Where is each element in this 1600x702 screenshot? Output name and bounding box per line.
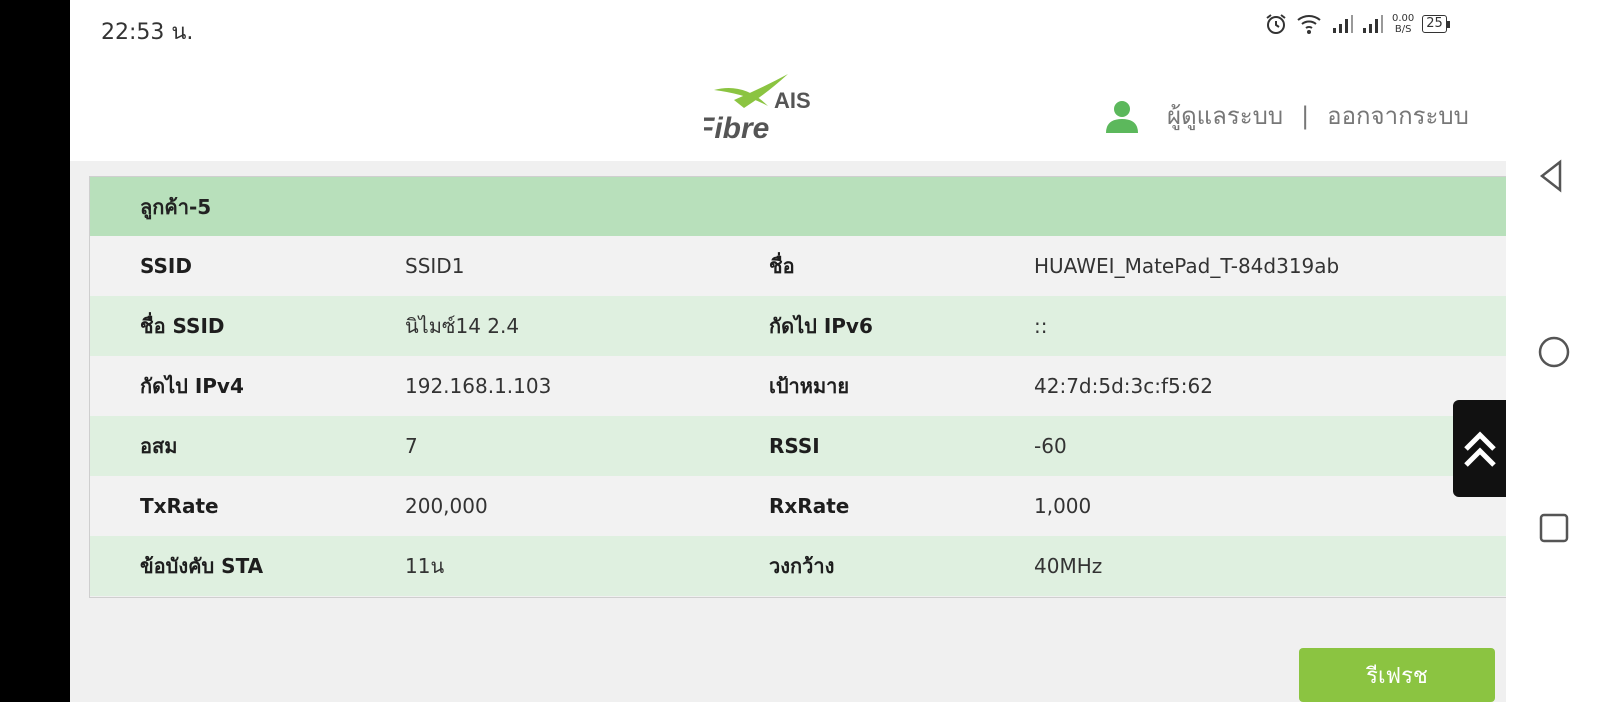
row-value: SSID1	[405, 254, 465, 278]
table-row: ข้อบังคับ STA 11น วงกว้าง 40MHz	[90, 536, 1506, 596]
user-role[interactable]: ผู้ดูแลระบบ	[1167, 96, 1283, 135]
row-value: -60	[1034, 434, 1067, 458]
svg-text:AIS: AIS	[774, 88, 811, 113]
status-time: 22:53 น.	[101, 20, 194, 45]
refresh-button[interactable]: รีเฟรช	[1299, 648, 1495, 702]
row-value: 192.168.1.103	[405, 374, 552, 398]
android-nav-bar	[1506, 0, 1600, 702]
table-row: TxRate 200,000 RxRate 1,000	[90, 476, 1506, 536]
client-title: ลูกค้า-5	[90, 177, 1506, 236]
row-value: 11น	[405, 554, 445, 578]
screen-bezel	[0, 0, 70, 702]
double-chevron-up-icon	[1464, 430, 1496, 467]
row-label: TxRate	[140, 494, 219, 518]
network-speed: 0.00 B/S	[1392, 13, 1414, 35]
signal-icon	[1333, 15, 1353, 33]
svg-text:Fibre: Fibre	[704, 112, 769, 145]
row-value: ::	[1034, 314, 1048, 338]
row-value: 1,000	[1034, 494, 1092, 518]
battery-level: 25	[1426, 16, 1443, 31]
row-label: ข้อบังคับ STA	[140, 554, 264, 578]
recents-icon[interactable]	[1536, 510, 1572, 546]
table-row: SSID SSID1 ชื่อ HUAWEI_MatePad_T-84d319a…	[90, 236, 1506, 296]
back-icon[interactable]	[1536, 158, 1572, 194]
net-speed-value: 0.00	[1392, 13, 1415, 24]
row-label: SSID	[140, 254, 192, 278]
row-label: กัดไป IPv4	[140, 374, 244, 398]
row-label: วงกว้าง	[769, 554, 835, 578]
row-label: RSSI	[769, 434, 820, 458]
row-value: 40MHz	[1034, 554, 1103, 578]
row-value: นิไมซ์14 2.4	[405, 314, 520, 338]
row-value: 7	[405, 434, 418, 458]
ais-fibre-logo: AIS Fibre	[704, 74, 811, 145]
row-label: อสม	[140, 434, 178, 458]
row-label: เป้าหมาย	[769, 374, 850, 398]
row-value: 42:7d:5d:3c:f5:62	[1034, 374, 1213, 398]
row-label: ชื่อ SSID	[140, 314, 225, 338]
table-row: ชื่อ SSID นิไมซ์14 2.4 กัดไป IPv6 ::	[90, 296, 1506, 356]
alarm-icon	[1266, 14, 1286, 34]
status-icons: 0.00 B/S 25	[1264, 12, 1450, 36]
client-detail-table: ลูกค้า-5 SSID SSID1 ชื่อ HUAWEI_MatePad_…	[89, 176, 1506, 598]
battery-icon: 25	[1422, 15, 1450, 33]
logout-link[interactable]: ออกจากระบบ	[1327, 96, 1469, 135]
net-speed-unit: B/S	[1394, 24, 1412, 35]
signal-icon-2	[1363, 15, 1383, 33]
user-area: ผู้ดูแลระบบ | ออกจากระบบ	[1105, 96, 1469, 135]
row-label: ชื่อ	[769, 254, 795, 278]
row-value: HUAWEI_MatePad_T-84d319ab	[1034, 254, 1340, 278]
wifi-icon	[1297, 15, 1321, 34]
home-icon[interactable]	[1536, 334, 1572, 370]
table-row: อสม 7 RSSI -60	[90, 416, 1506, 476]
row-label: กัดไป IPv6	[769, 314, 873, 338]
user-icon	[1106, 100, 1138, 133]
scroll-to-top-button[interactable]	[1453, 400, 1507, 497]
row-label: RxRate	[769, 494, 850, 518]
table-row: กัดไป IPv4 192.168.1.103 เป้าหมาย 42:7d:…	[90, 356, 1506, 416]
row-value: 200,000	[405, 494, 488, 518]
header-separator: |	[1301, 101, 1310, 130]
